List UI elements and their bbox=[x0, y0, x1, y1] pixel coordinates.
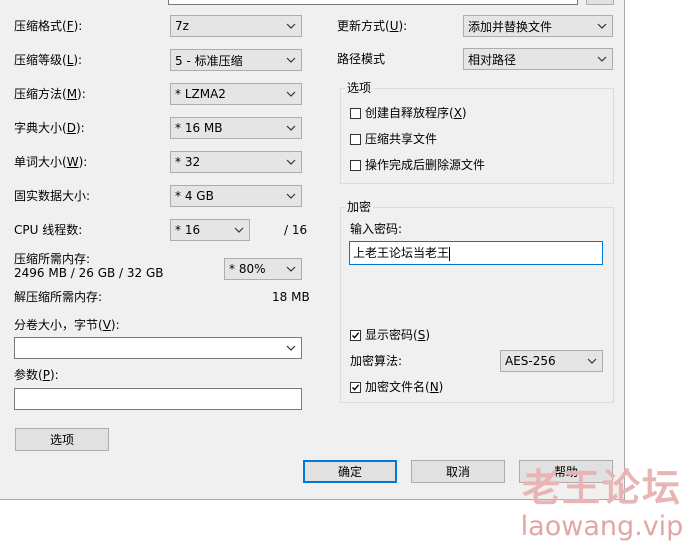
dict-select[interactable]: * 16 MB bbox=[170, 117, 302, 139]
volume-label: 分卷大小，字节(V): bbox=[14, 318, 120, 332]
password-label: 输入密码: bbox=[350, 222, 403, 236]
level-label: 压缩等级(L): bbox=[14, 53, 83, 67]
solid-label: 固实数据大小: bbox=[14, 189, 91, 203]
level-select[interactable]: 5 - 标准压缩 bbox=[170, 49, 302, 71]
level-value: 5 - 标准压缩 bbox=[175, 53, 243, 68]
chevron-down-icon bbox=[285, 121, 297, 135]
word-value: * 32 bbox=[175, 155, 201, 169]
delete-checkbox[interactable]: 操作完成后删除源文件 bbox=[350, 157, 485, 173]
password-value: 上老王论坛当老王 bbox=[353, 246, 450, 260]
mem-decompress-label: 解压缩所需内存: bbox=[14, 290, 103, 304]
mem-decompress-value: 18 MB bbox=[272, 290, 310, 304]
threads-value: * 16 bbox=[175, 223, 201, 237]
word-select[interactable]: * 32 bbox=[170, 151, 302, 173]
checkbox-box bbox=[350, 329, 361, 341]
chevron-down-icon bbox=[596, 52, 608, 66]
update-value: 添加并替换文件 bbox=[468, 19, 553, 34]
watermark-url: laowang.vip bbox=[520, 511, 684, 542]
checkbox-box bbox=[350, 107, 361, 119]
chevron-down-icon bbox=[596, 19, 608, 33]
check-mark-icon bbox=[352, 331, 360, 339]
method-select[interactable]: * LZMA2 bbox=[170, 83, 302, 105]
update-select[interactable]: 添加并替换文件 bbox=[463, 15, 613, 37]
cancel-button[interactable]: 取消 bbox=[411, 460, 505, 483]
params-value bbox=[15, 392, 18, 406]
mem-compress-value: * 80% bbox=[229, 262, 266, 276]
dict-label: 字典大小(D): bbox=[14, 121, 85, 135]
chevron-down-icon bbox=[233, 223, 245, 237]
top-browse-edge[interactable] bbox=[586, 0, 614, 5]
chevron-down-icon bbox=[285, 19, 297, 33]
mem-compress-detail: 2496 MB / 26 GB / 32 GB bbox=[14, 266, 164, 280]
solid-select[interactable]: * 4 GB bbox=[170, 185, 302, 207]
path-label: 路径模式 bbox=[337, 52, 386, 66]
path-value: 相对路径 bbox=[468, 52, 517, 67]
path-select[interactable]: 相对路径 bbox=[463, 48, 613, 70]
options-group-title: 选项 bbox=[345, 80, 374, 96]
dict-value: * 16 MB bbox=[175, 121, 223, 135]
encryption-group-title: 加密 bbox=[345, 199, 374, 215]
enc-method-select[interactable]: AES-256 bbox=[500, 350, 603, 372]
format-select[interactable]: 7z bbox=[170, 15, 302, 37]
sfx-checkbox[interactable]: 创建自释放程序(X) bbox=[350, 105, 467, 121]
chevron-down-icon bbox=[285, 341, 297, 355]
add-to-archive-dialog: 压缩格式(F): 7z 压缩等级(L): 5 - 标准压缩 压缩方法(M): *… bbox=[0, 0, 625, 500]
enc-method-value: AES-256 bbox=[505, 354, 556, 368]
checkbox-box bbox=[350, 159, 361, 171]
threads-select[interactable]: * 16 bbox=[170, 219, 250, 241]
format-value: 7z bbox=[175, 19, 189, 33]
params-label: 参数(P): bbox=[14, 368, 59, 382]
mem-compress-select[interactable]: * 80% bbox=[224, 258, 302, 280]
help-button[interactable]: 帮助 bbox=[519, 460, 613, 483]
ok-button[interactable]: 确定 bbox=[303, 460, 397, 483]
format-label: 压缩格式(F): bbox=[14, 19, 83, 33]
params-input[interactable] bbox=[14, 388, 302, 410]
shared-checkbox[interactable]: 压缩共享文件 bbox=[350, 131, 437, 147]
chevron-down-icon bbox=[285, 262, 297, 276]
show-password-checkbox[interactable]: 显示密码(S) bbox=[350, 327, 430, 343]
threads-label: CPU 线程数: bbox=[14, 223, 83, 237]
chevron-down-icon bbox=[586, 354, 598, 368]
method-label: 压缩方法(M): bbox=[14, 87, 86, 101]
password-input[interactable]: 上老王论坛当老王 bbox=[349, 241, 603, 265]
solid-value: * 4 GB bbox=[175, 189, 214, 203]
check-mark-icon bbox=[352, 383, 360, 391]
method-value: * LZMA2 bbox=[175, 87, 226, 101]
chevron-down-icon bbox=[285, 155, 297, 169]
options-button[interactable]: 选项 bbox=[15, 428, 109, 451]
chevron-down-icon bbox=[285, 53, 297, 67]
enc-method-label: 加密算法: bbox=[350, 354, 403, 368]
word-label: 单词大小(W): bbox=[14, 155, 88, 169]
chevron-down-icon bbox=[285, 189, 297, 203]
text-cursor bbox=[449, 246, 451, 261]
volume-combobox[interactable] bbox=[14, 337, 302, 359]
threads-total: / 16 bbox=[284, 223, 308, 237]
encrypt-names-checkbox[interactable]: 加密文件名(N) bbox=[350, 379, 443, 395]
checkbox-box bbox=[350, 133, 361, 145]
update-label: 更新方式(U): bbox=[337, 19, 408, 33]
chevron-down-icon bbox=[285, 87, 297, 101]
checkbox-box bbox=[350, 381, 361, 393]
top-field-edge bbox=[168, 0, 578, 5]
